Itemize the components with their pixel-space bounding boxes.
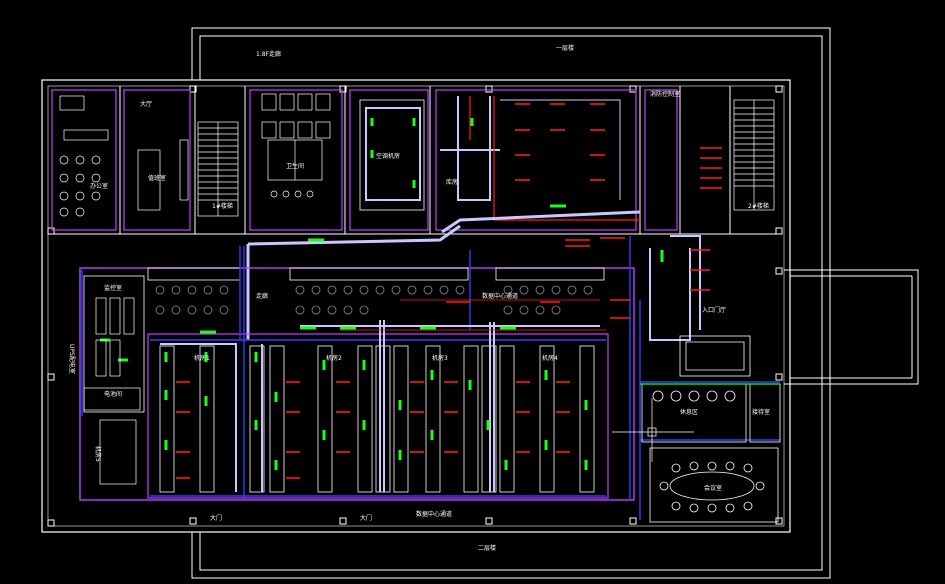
label-north-corridor: 1.8F走廊 xyxy=(256,50,281,58)
toilet-fixtures xyxy=(261,93,331,198)
label-side-left: 机房5 xyxy=(94,446,102,462)
north-room-boundaries xyxy=(51,89,678,231)
entrance-annex xyxy=(784,269,919,385)
label-hall: 大厅 xyxy=(140,100,152,108)
lounge-area xyxy=(641,335,781,443)
label-reception: 接待室 xyxy=(752,408,770,416)
supply-ducts xyxy=(160,235,701,492)
label-battery-room: 电池间 xyxy=(104,390,122,398)
label-corridor: 走廊 xyxy=(256,292,268,300)
north-red-tags xyxy=(515,103,722,247)
label-toilet: 卫生间 xyxy=(286,162,304,170)
label-datacenter-corridor: 数据中心通道 xyxy=(482,292,518,300)
label-lounge: 休息区 xyxy=(680,408,698,416)
label-room1: 机房1 xyxy=(194,354,210,362)
label-office: 办公室 xyxy=(90,182,108,190)
label-monitor-room: 监控室 xyxy=(104,284,122,292)
floor-plan-drawing: 1.8F走廊 一层楼 二层楼 办公室 大厅 值班室 卫生间 空调机房 1#楼梯 … xyxy=(41,27,919,579)
crosshair xyxy=(612,398,694,462)
label-stair-1: 1#楼梯 xyxy=(212,202,233,210)
stair-left xyxy=(197,121,239,217)
label-storage: 库房 xyxy=(446,178,458,186)
label-entrance: 入口门厅 xyxy=(702,306,726,314)
label-air-room: 空调机房 xyxy=(376,152,400,160)
structural-columns xyxy=(47,85,783,527)
label-stair-2: 2#楼梯 xyxy=(748,202,769,210)
label-bottom-center: 二层楼 xyxy=(478,544,496,552)
label-meeting: 会议室 xyxy=(704,484,722,492)
label-room4: 机房4 xyxy=(542,354,558,362)
server-rack-rows xyxy=(159,345,595,493)
label-fire-room: 消防控制室 xyxy=(650,90,680,98)
label-room5: 数据中心通道 xyxy=(416,510,452,518)
label-room2: 机房2 xyxy=(326,354,342,362)
label-duty-room: 值班室 xyxy=(148,174,166,182)
north-ducts xyxy=(246,96,641,340)
label-south-door2: 大门 xyxy=(360,514,372,522)
stair-right xyxy=(733,99,775,211)
label-room3: 机房3 xyxy=(432,354,448,362)
label-ups-room: UPS配电室 xyxy=(68,344,76,374)
label-north-right: 一层楼 xyxy=(556,44,574,52)
label-south-door1: 大门 xyxy=(210,514,222,522)
datacenter-green-markers xyxy=(100,326,588,470)
